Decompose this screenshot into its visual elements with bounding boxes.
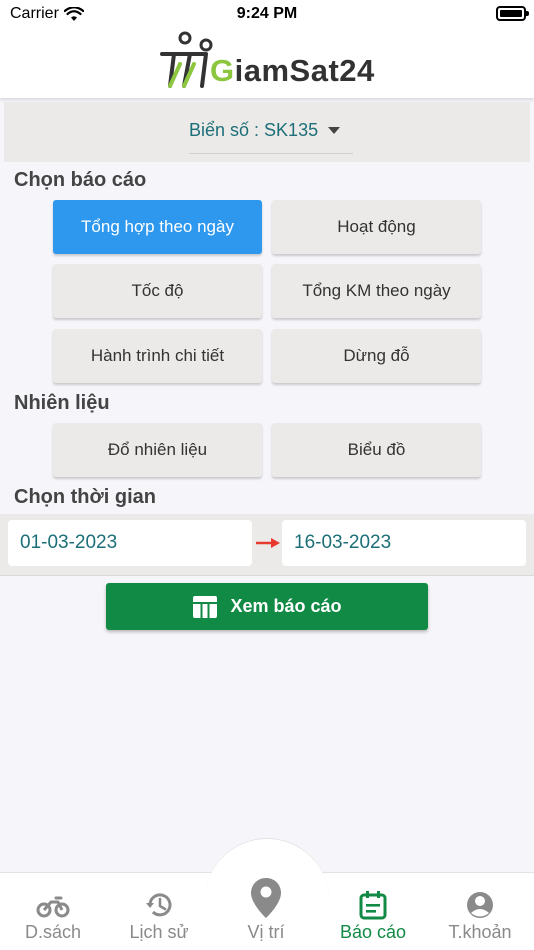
table-icon	[193, 595, 218, 618]
tab-list[interactable]: D.sách	[0, 890, 106, 943]
section-title-fuel: Nhiên liệu	[14, 392, 110, 414]
tab-account-label: T.khoản	[448, 922, 512, 942]
clock: 9:24 PM	[236, 5, 298, 22]
date-to-field[interactable]: 16-03-2023	[282, 520, 526, 566]
plate-label: Biển số : SK135	[189, 120, 319, 140]
history-icon	[146, 893, 172, 917]
section-title-time: Chọn thời gian	[14, 486, 156, 508]
giamsat24-logo: GiamSat24	[158, 30, 380, 92]
battery-icon	[496, 6, 529, 21]
app-header: GiamSat24	[0, 28, 534, 98]
report-button-daily-km[interactable]: Tổng KM theo ngày	[272, 264, 481, 318]
logo-figures-icon	[160, 31, 213, 88]
plate-dropdown[interactable]: Biển số : SK135	[189, 120, 353, 154]
report-button-trip-detail[interactable]: Hành trình chi tiết	[53, 329, 262, 383]
tab-location[interactable]: Vị trí	[213, 876, 319, 943]
tab-history-label: Lịch sử	[129, 922, 189, 942]
section-title-reports: Chọn báo cáo	[14, 169, 147, 191]
date-range-bar: 01-03-2023 16-03-2023	[0, 514, 534, 576]
status-bar: Carrier 9:24 PM	[0, 0, 534, 28]
tab-history[interactable]: Lịch sử	[106, 890, 212, 943]
fuel-button-refuel[interactable]: Đổ nhiên liệu	[53, 423, 262, 477]
view-report-label: Xem báo cáo	[230, 596, 342, 616]
fuel-button-chart[interactable]: Biểu đồ	[272, 423, 481, 477]
account-icon	[467, 892, 493, 918]
tab-report[interactable]: Báo cáo	[320, 890, 426, 943]
report-button-speed[interactable]: Tốc độ	[53, 264, 262, 318]
date-from-field[interactable]: 01-03-2023	[8, 520, 252, 566]
plate-bar: Biển số : SK135	[4, 102, 530, 162]
arrow-right-icon	[256, 538, 280, 548]
logo-wordmark: GiamSat24	[210, 53, 375, 88]
report-icon	[359, 891, 387, 920]
tab-account[interactable]: T.khoản	[427, 890, 533, 943]
caret-down-icon	[328, 127, 341, 134]
report-button-daily-summary[interactable]: Tổng hợp theo ngày	[53, 200, 262, 254]
view-report-button[interactable]: Xem báo cáo	[106, 583, 428, 630]
report-button-activity[interactable]: Hoạt động	[272, 200, 481, 254]
location-pin-icon	[251, 878, 281, 918]
report-button-stops[interactable]: Dừng đỗ	[272, 329, 481, 383]
motorbike-icon	[36, 896, 70, 918]
tab-report-label: Báo cáo	[339, 922, 407, 942]
tab-list-label: D.sách	[24, 922, 82, 942]
tab-location-label: Vị trí	[247, 922, 285, 942]
